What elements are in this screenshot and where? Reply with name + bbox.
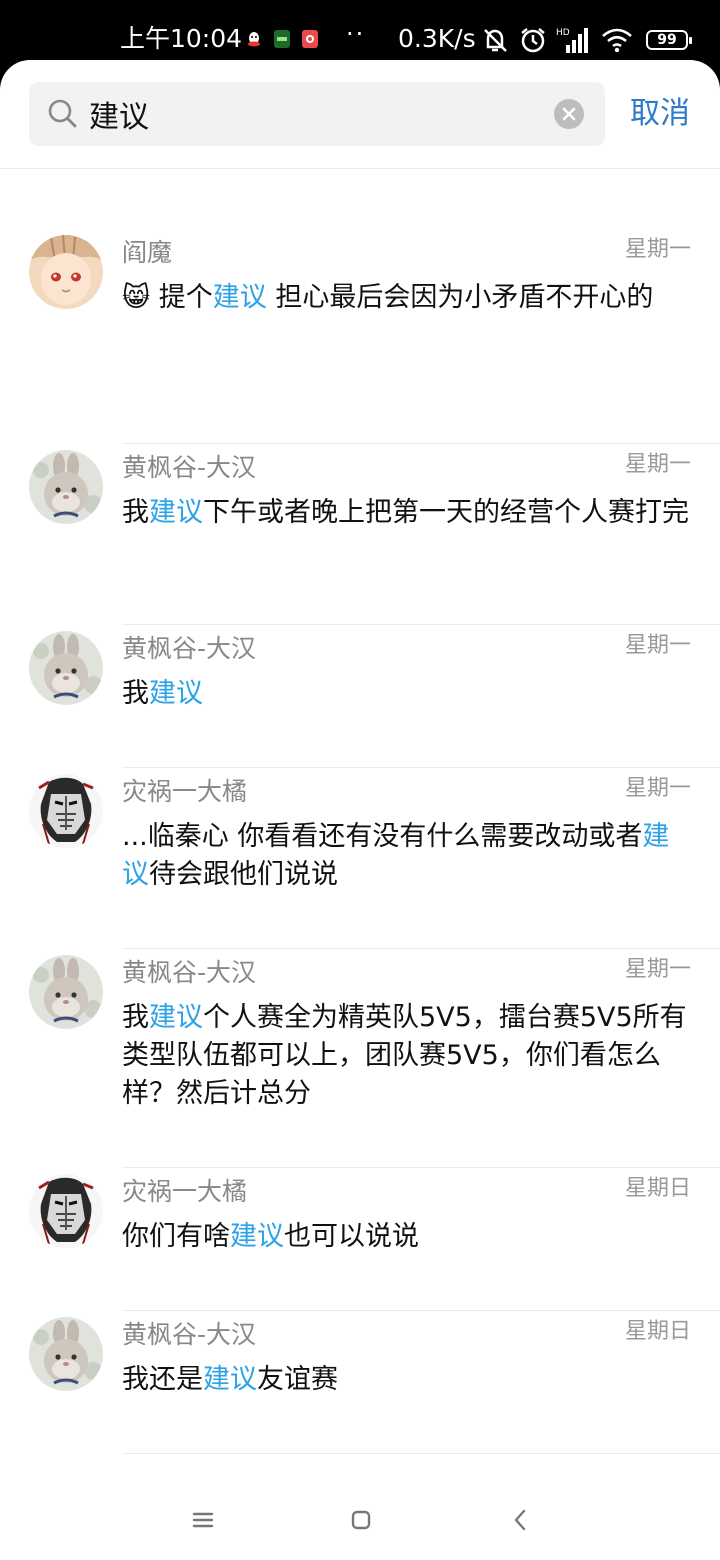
- result-item[interactable]: 黄枫谷-大汉 星期一我建议: [0, 625, 720, 768]
- message-fragment: 待会跟他们说说: [149, 859, 338, 890]
- message-date: 星期一: [624, 237, 691, 262]
- result-item[interactable]: 黄枫谷-大汉 星期日我还是建议友谊赛: [0, 1311, 720, 1454]
- message-text: 你们有啥建议也可以说说: [122, 1218, 694, 1256]
- message-date: 星期一: [624, 776, 691, 801]
- keyword-highlight: 建议: [230, 1221, 284, 1252]
- menu-button[interactable]: [183, 1500, 223, 1540]
- message-fragment: 我: [122, 678, 149, 709]
- keyword-highlight: 建议: [203, 1364, 257, 1395]
- message-fragment: 下午或者晚上把第一天的经营个人赛打完: [203, 497, 689, 528]
- alarm-icon: [521, 28, 545, 53]
- avatar[interactable]: [29, 450, 103, 524]
- keyword-highlight: 建议: [212, 282, 267, 313]
- sender-name: 黄枫谷-大汉: [122, 1320, 257, 1349]
- search-results-list: 阎魔 星期一 😸 提个建议 担心最后会因为小矛盾不开心的 黄枫谷-大汉 星期一 我建议下午…: [0, 229, 720, 1454]
- mute-icon: [484, 29, 507, 52]
- status-time: 上午10:04: [120, 24, 243, 53]
- clear-search-button[interactable]: [554, 99, 584, 129]
- keyword-highlight: 建议: [149, 497, 203, 528]
- message-fragment: 也可以说说: [284, 1221, 419, 1252]
- home-button[interactable]: [341, 1500, 381, 1540]
- message-date: 星期一: [624, 633, 691, 658]
- message-fragment: 友谊赛: [257, 1364, 338, 1395]
- message-fragment: 我: [122, 1002, 149, 1033]
- sender-name: 黄枫谷-大汉: [122, 634, 257, 663]
- item-divider: [122, 1453, 720, 1454]
- back-icon: [514, 1509, 526, 1531]
- sender-name: 灾祸一大橘: [122, 777, 248, 806]
- message-fragment: 我: [122, 497, 149, 528]
- message-text: 😸 提个建议 担心最后会因为小矛盾不开心的: [122, 279, 694, 317]
- search-icon: [48, 99, 77, 128]
- message-date: 星期一: [624, 452, 691, 477]
- green-app-icon: [274, 30, 290, 48]
- message-fragment: 我还是: [122, 1364, 203, 1395]
- status-more-dots: ··: [346, 20, 366, 48]
- message-text: 我建议: [122, 675, 694, 713]
- message-fragment: 😸 提个: [122, 282, 213, 313]
- back-button[interactable]: [500, 1500, 540, 1540]
- wifi-icon: [602, 28, 632, 53]
- message-fragment: 你们有啥: [122, 1221, 230, 1252]
- navigation-bar: [0, 1480, 720, 1560]
- result-item[interactable]: 黄枫谷-大汉 星期一我建议个人赛全为精英队5V5，擂台赛5V5所有类型队伍都可以上…: [0, 949, 720, 1168]
- avatar[interactable]: [29, 774, 103, 848]
- sender-name: 黄枫谷-大汉: [122, 958, 257, 987]
- message-date: 星期一: [624, 957, 691, 982]
- menu-icon: [192, 1512, 214, 1528]
- message-fragment: ...临秦心 你看看还有没有什么需要改动或者: [122, 821, 643, 852]
- result-item[interactable]: 黄枫谷-大汉 星期一我建议下午或者晚上把第一天的经营个人赛打完: [0, 444, 720, 625]
- red-app-icon: [302, 30, 318, 48]
- hd-label: HD: [556, 28, 570, 38]
- home-icon: [351, 1510, 371, 1530]
- avatar[interactable]: [29, 631, 103, 705]
- qq-app-icon: [246, 30, 262, 48]
- avatar[interactable]: [29, 1174, 103, 1248]
- keyword-highlight: 建议: [149, 1002, 203, 1033]
- screen: 上午10:04 ·· 0.3K/s HD 99 建议 取消 阎魔 星期一 😸 提…: [0, 0, 720, 1560]
- message-text: 我建议个人赛全为精英队5V5，擂台赛5V5所有类型队伍都可以上，团队赛5V5，你…: [122, 999, 694, 1113]
- result-item[interactable]: 灾祸一大橘 星期日你们有啥建议也可以说说: [0, 1168, 720, 1311]
- message-date: 星期日: [624, 1319, 691, 1344]
- battery-level: 99: [657, 32, 677, 48]
- cancel-button[interactable]: 取消: [630, 92, 690, 136]
- message-fragment: 担心最后会因为小矛盾不开心的: [266, 282, 654, 313]
- message-text: 我还是建议友谊赛: [122, 1361, 694, 1399]
- search-input[interactable]: [89, 90, 549, 138]
- sender-name: 黄枫谷-大汉: [122, 453, 257, 482]
- status-right-icons: HD 99: [480, 24, 692, 56]
- keyword-highlight: 建议: [149, 678, 203, 709]
- avatar[interactable]: [29, 955, 103, 1029]
- message-text: ...临秦心 你看看还有没有什么需要改动或者建议待会跟他们说说: [122, 818, 694, 894]
- close-icon: [562, 107, 576, 121]
- sender-name: 灾祸一大橘: [122, 1177, 248, 1206]
- message-fragment: 个人赛全为精英队5V5，擂台赛5V5所有类型队伍都可以上，团队赛5V5，你们看怎…: [122, 1002, 687, 1109]
- message-date: 星期日: [624, 1176, 691, 1201]
- avatar[interactable]: [29, 235, 103, 309]
- header-divider: [0, 168, 720, 169]
- sender-name: 阎魔: [122, 238, 173, 267]
- search-box[interactable]: [29, 82, 605, 146]
- battery-icon: 99: [646, 30, 692, 50]
- result-item[interactable]: 灾祸一大橘 星期一 ...临秦心 你看看还有没有什么需要改动或者建议待会跟他们说说: [0, 768, 720, 949]
- status-app-icons: [246, 30, 318, 48]
- cellular-signal-icon: HD: [556, 28, 588, 53]
- avatar[interactable]: [29, 1317, 103, 1391]
- result-item[interactable]: 阎魔 星期一 😸 提个建议 担心最后会因为小矛盾不开心的: [0, 229, 720, 444]
- network-speed: 0.3K/s: [398, 24, 476, 53]
- message-text: 我建议下午或者晚上把第一天的经营个人赛打完: [122, 494, 694, 532]
